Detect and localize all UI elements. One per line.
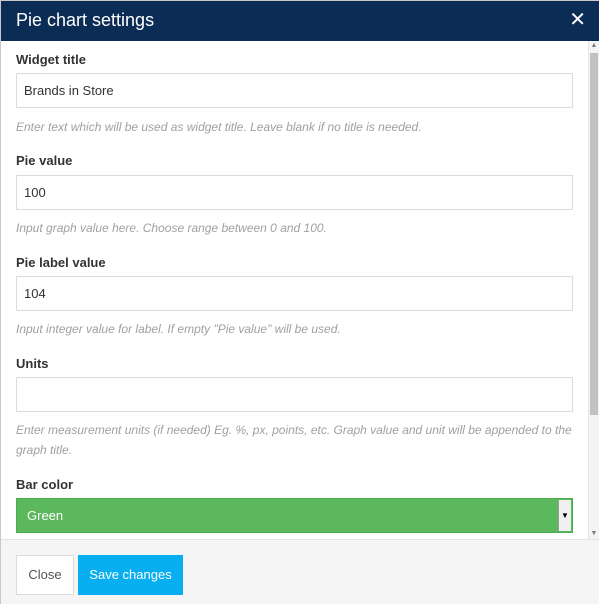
close-button[interactable]: Close (16, 555, 74, 595)
pie-value-label: Pie value (16, 153, 73, 168)
dialog-scrollbar[interactable]: ▲ ▼ (588, 41, 599, 539)
bar-color-select[interactable]: Green ▼ (16, 498, 573, 533)
units-label: Units (16, 356, 49, 371)
scroll-down-icon[interactable]: ▼ (589, 529, 599, 539)
widget-title-help: Enter text which will be used as widget … (16, 120, 422, 134)
scrollbar-thumb[interactable] (590, 53, 598, 415)
widget-title-input[interactable]: Brands in Store (16, 73, 573, 108)
chevron-down-icon[interactable]: ▼ (558, 500, 571, 531)
pie-value-input[interactable]: 100 (16, 175, 573, 210)
dialog-body: Widget title Brands in Store Enter text … (1, 41, 599, 539)
units-input[interactable] (16, 377, 573, 412)
pie-label-value-help: Input integer value for label. If empty … (16, 322, 341, 336)
bar-color-label: Bar color (16, 477, 74, 492)
dialog-header: Pie chart settings ✕ (1, 1, 599, 41)
bar-color-selected-value: Green (27, 508, 64, 523)
dialog-title: Pie chart settings (16, 10, 155, 30)
scroll-up-icon[interactable]: ▲ (589, 41, 599, 51)
close-icon[interactable]: ✕ (569, 9, 586, 31)
dialog-footer: Close Save changes (1, 539, 599, 604)
pie-label-value-label: Pie label value (16, 255, 106, 270)
pie-chart-settings-dialog: Pie chart settings ✕ Widget title Brands… (0, 0, 599, 604)
widget-title-label: Widget title (16, 52, 86, 67)
save-changes-button[interactable]: Save changes (78, 555, 183, 595)
units-help: Enter measurement units (if needed) Eg. … (16, 423, 572, 457)
pie-label-value-input[interactable]: 104 (16, 276, 573, 311)
pie-value-help: Input graph value here. Choose range bet… (16, 221, 327, 235)
